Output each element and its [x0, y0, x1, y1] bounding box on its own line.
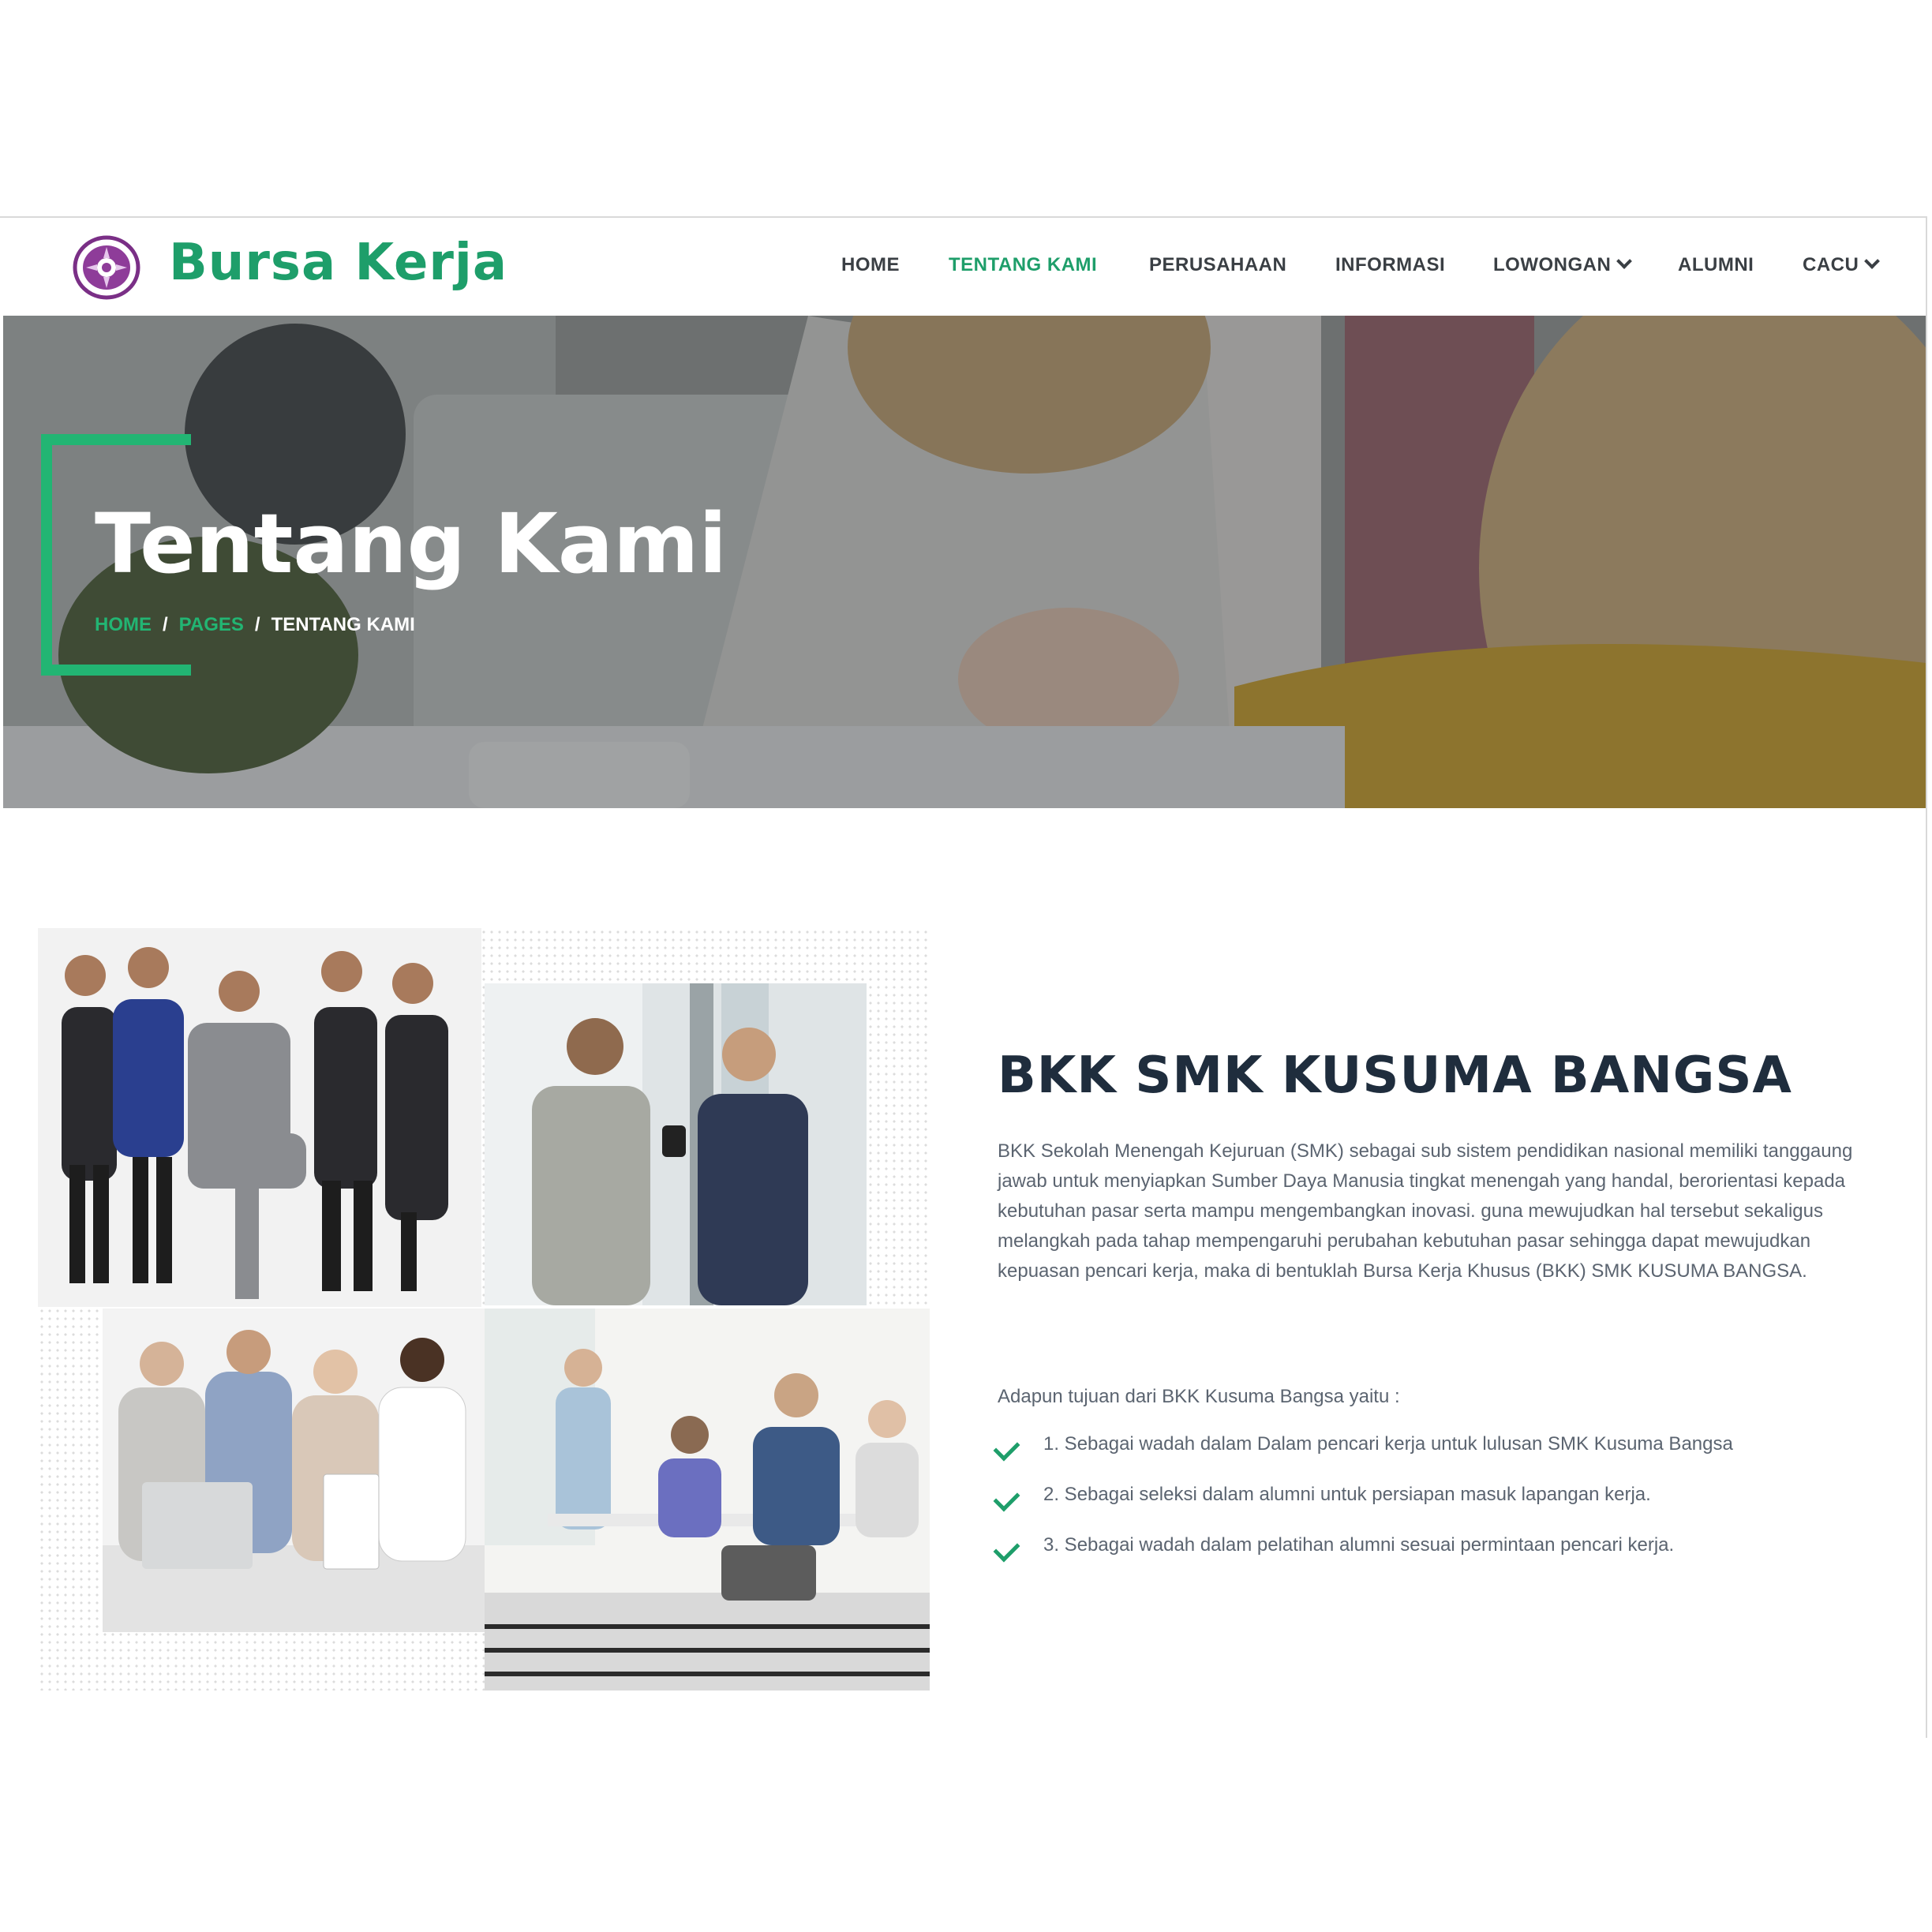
- team-group-photo: [38, 928, 481, 1307]
- goals-intro: Adapun tujuan dari BKK Kusuma Bangsa yai…: [998, 1386, 1400, 1407]
- site-header: Bursa Kerja HOME TENTANG KAMI PERUSAHAAN…: [0, 218, 1926, 316]
- page: Bursa Kerja HOME TENTANG KAMI PERUSAHAAN…: [0, 0, 1932, 1932]
- about-heading: BKK SMK KUSUMA BANGSA: [998, 1046, 1792, 1105]
- check-icon: [993, 1535, 1020, 1563]
- check-icon: [993, 1434, 1020, 1462]
- breadcrumb-separator: /: [254, 614, 260, 635]
- list-item: 1. Sebagai wadah dalam Dalam pencari ker…: [993, 1433, 1905, 1484]
- breadcrumb-separator: /: [163, 614, 168, 635]
- nav-perusahaan[interactable]: PERUSAHAAN: [1149, 254, 1286, 276]
- nav-label: PERUSAHAAN: [1149, 254, 1287, 275]
- nav-label: HOME: [841, 254, 900, 275]
- page-title: Tentang Kami: [95, 496, 728, 592]
- nav-informasi[interactable]: INFORMASI: [1335, 254, 1445, 276]
- nav-label: TENTANG KAMI: [949, 254, 1098, 275]
- breadcrumb-pages[interactable]: PAGES: [179, 614, 244, 635]
- nav-home[interactable]: HOME: [841, 254, 900, 276]
- goal-text: 2. Sebagai seleksi dalam alumni untuk pe…: [1043, 1484, 1651, 1505]
- breadcrumb-home[interactable]: HOME: [95, 614, 152, 635]
- breadcrumb-current: TENTANG KAMI: [271, 614, 415, 635]
- breadcrumb: HOME / PAGES / TENTANG KAMI: [95, 614, 415, 636]
- nav-label: LOWONGAN: [1493, 254, 1612, 275]
- nav-label: ALUMNI: [1678, 254, 1754, 275]
- photo-collage: [38, 928, 930, 1690]
- browser-viewport: Bursa Kerja HOME TENTANG KAMI PERUSAHAAN…: [0, 216, 1927, 1738]
- list-item: 2. Sebagai seleksi dalam alumni untuk pe…: [993, 1484, 1905, 1534]
- nav-alumni[interactable]: ALUMNI: [1678, 254, 1754, 276]
- main-nav: HOME TENTANG KAMI PERUSAHAAN INFORMASI L…: [0, 253, 1926, 286]
- office-presentation-photo: [485, 1309, 930, 1690]
- about-description: BKK Sekolah Menengah Kejuruan (SMK) seba…: [998, 1140, 1853, 1282]
- team-celebration-photo: [103, 1309, 485, 1632]
- nav-label: CACU: [1803, 254, 1859, 275]
- goal-text: 3. Sebagai wadah dalam pelatihan alumni …: [1043, 1534, 1675, 1556]
- nav-label: INFORMASI: [1335, 254, 1446, 275]
- goals-list: 1. Sebagai wadah dalam Dalam pencari ker…: [993, 1433, 1905, 1585]
- chevron-down-icon: [1864, 253, 1881, 269]
- chevron-down-icon: [1616, 253, 1633, 269]
- nav-lowongan[interactable]: LOWONGAN: [1493, 253, 1633, 276]
- goal-text: 1. Sebagai wadah dalam Dalam pencari ker…: [1043, 1433, 1733, 1455]
- nav-tentang-kami[interactable]: TENTANG KAMI: [949, 254, 1097, 276]
- list-item: 3. Sebagai wadah dalam pelatihan alumni …: [993, 1534, 1905, 1585]
- business-meeting-photo: [485, 983, 867, 1305]
- hero-banner: Tentang Kami HOME / PAGES / TENTANG KAMI: [3, 316, 1926, 808]
- nav-cacu[interactable]: CACU: [1803, 253, 1881, 276]
- check-icon: [993, 1485, 1020, 1512]
